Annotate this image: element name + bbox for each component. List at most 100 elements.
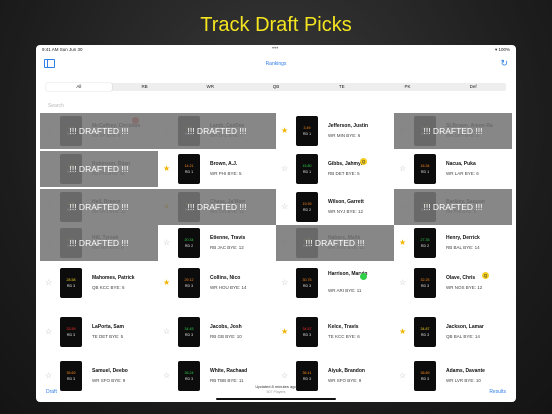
player-meta: RB BAL BYE: 14	[446, 245, 480, 250]
adp-badge: 30.75 RD 3	[296, 268, 318, 298]
battery-indicator: ▾ 100%	[494, 47, 510, 52]
favorite-star-icon[interactable]: ☆	[281, 279, 288, 287]
adp-badge: 28.58 RD 3	[60, 268, 82, 298]
player-card[interactable]: ☆1.01RD 1McCaffrey, ChristianRB SF BYE: …	[40, 113, 158, 149]
favorite-star-icon[interactable]: ☆	[45, 372, 52, 380]
player-card[interactable]: ★1.10RD 1Chase, Ja'MarrWR CIN BYE: 12!!!…	[158, 189, 276, 225]
drafted-overlay[interactable]: !!! DRAFTED !!!	[394, 189, 512, 225]
player-card[interactable]: ☆ 16.34 RD 1 Nacua, Puka WR LAR BYE: 6	[394, 151, 512, 187]
player-card[interactable]: ☆1.02RD 1Lamb, CeeDeeWR DAL BYE: 7!!! DR…	[158, 113, 276, 149]
player-meta: RB JAC BYE: 12	[210, 245, 244, 250]
round-label: RD 3	[420, 333, 430, 337]
favorite-star-icon[interactable]: ★	[399, 328, 406, 336]
player-meta: TE KCC BYE: 6	[328, 334, 360, 339]
player-meta: WR PHI BYE: 5	[210, 171, 242, 176]
adp-value: 15.80	[302, 164, 312, 168]
player-card[interactable]: ★ 27.35 RD 2 Henry, Derrick RB BAL BYE: 14	[394, 225, 512, 261]
player-card[interactable]: ☆2.03RD 2Nabers, MalikWR NYG BYE: 11!!! …	[276, 225, 394, 261]
player-card[interactable]: ☆ 15.80 RD 1 Gibbs, Jahmyr RB DET BYE: 5 Q	[276, 151, 394, 187]
player-name: Collins, Nico	[210, 275, 241, 281]
search-input[interactable]: Search	[48, 103, 64, 109]
round-label: RD 3	[420, 284, 430, 288]
tab-all[interactable]: All	[46, 83, 112, 91]
injury-status-icon: Q	[360, 158, 367, 165]
round-label: RD 3	[66, 333, 76, 337]
multitask-dots-icon[interactable]: •••	[272, 46, 278, 52]
player-card[interactable]: ★ 3.49 RD 1 Jefferson, Justin WR MIN BYE: 6	[276, 113, 394, 149]
adp-badge: 34.45 RD 3	[178, 317, 200, 347]
player-meta: WR NYJ BYE: 12	[328, 209, 364, 214]
drafted-overlay[interactable]: !!! DRAFTED !!!	[276, 225, 394, 261]
favorite-star-icon[interactable]: ☆	[281, 203, 288, 211]
player-meta: TE DET BYE: 5	[92, 334, 124, 339]
player-card[interactable]: ☆1.12RD 1Barkley, SaquonRB PHI BYE: 5!!!…	[394, 189, 512, 225]
round-label: RD 1	[184, 170, 194, 174]
favorite-star-icon[interactable]: ☆	[399, 372, 406, 380]
player-meta: RB DET BYE: 5	[328, 171, 360, 176]
player-card[interactable]: ★ 34.57 RD 3 Kelce, Travis TE KCC BYE: 6	[276, 314, 394, 350]
favorite-star-icon[interactable]: ★	[163, 165, 170, 173]
favorite-star-icon[interactable]: ★	[281, 328, 288, 336]
adp-badge: 29.12 RD 3	[178, 268, 200, 298]
player-card[interactable]: ☆ 32.25 RD 3 Olave, Chris WR NOS BYE: 12 Q	[394, 265, 512, 301]
results-button[interactable]: Results	[489, 389, 506, 395]
player-meta: WR HOU BYE: 14	[210, 285, 247, 290]
player-card[interactable]: ☆2.01RD 2Hill, TyreekWR MIA BYE: 6!!! DR…	[40, 225, 158, 261]
drafted-overlay[interactable]: !!! DRAFTED !!!	[40, 189, 158, 225]
player-meta: QB KCC BYE: 6	[92, 285, 125, 290]
favorite-star-icon[interactable]: ★	[163, 279, 170, 287]
player-card[interactable]: ☆1.09RD 1Hall, BreeceRB NYJ BYE: 12!!! D…	[40, 189, 158, 225]
adp-badge: 34.57 RD 3	[296, 317, 318, 347]
player-card[interactable]: ☆ 19.39 RD 2 Wilson, Garrett WR NYJ BYE: 12	[276, 189, 394, 225]
tab-wr[interactable]: WR	[177, 83, 243, 91]
player-card[interactable]: ★ 34.87 RD 3 Jackson, Lamar QB BAL BYE: 14	[394, 314, 512, 350]
drafted-overlay[interactable]: !!! DRAFTED !!!	[158, 189, 276, 225]
player-card[interactable]: ☆1.04RD 1St.Brown, Amon-RaWR DET BYE: 5!…	[394, 113, 512, 149]
drafted-overlay[interactable]: !!! DRAFTED !!!	[40, 113, 158, 149]
player-name: LaPorta, Sam	[92, 324, 124, 330]
tab-pk[interactable]: PK	[375, 83, 441, 91]
adp-value: 34.45	[184, 327, 194, 331]
tab-rb[interactable]: RB	[112, 83, 178, 91]
favorite-star-icon[interactable]: ☆	[163, 372, 170, 380]
player-card[interactable]: ☆ 30.75 RD 3 Harrison, Marvin WR ARI BYE: 11	[276, 265, 394, 301]
player-card[interactable]: ☆ 33.59 RD 3 LaPorta, Sam TE DET BYE: 5	[40, 314, 158, 350]
player-card[interactable]: ☆ 34.45 RD 3 Jacobs, Josh RB GB BYE: 10	[158, 314, 276, 350]
tab-te[interactable]: TE	[309, 83, 375, 91]
player-count: 507 Players	[266, 390, 286, 394]
player-meta: QB BAL BYE: 14	[446, 334, 480, 339]
round-label: RD 3	[66, 284, 76, 288]
headline: Track Draft Picks	[200, 14, 352, 36]
adp-badge: 34.87 RD 3	[414, 317, 436, 347]
favorite-star-icon[interactable]: ☆	[281, 165, 288, 173]
favorite-star-icon[interactable]: ★	[281, 127, 288, 135]
round-label: RD 1	[420, 170, 430, 174]
adp-badge: 20.34 RD 2	[178, 228, 200, 258]
drafted-overlay[interactable]: !!! DRAFTED !!!	[40, 151, 158, 187]
round-label: RD 2	[420, 244, 430, 248]
player-card[interactable]: ★ 14.21 RD 1 Brown, A.J. WR PHI BYE: 5	[158, 151, 276, 187]
favorite-star-icon[interactable]: ☆	[399, 165, 406, 173]
player-card[interactable]: ☆ 28.58 RD 3 Mahomes, Patrick QB KCC BYE: 6	[40, 265, 158, 301]
nav-title: Rankings	[265, 61, 287, 67]
tab-def[interactable]: Def	[440, 83, 506, 91]
favorite-star-icon[interactable]: ☆	[163, 239, 170, 247]
round-label: RD 1	[302, 170, 312, 174]
adp-badge: 16.34 RD 1	[414, 154, 436, 184]
favorite-star-icon[interactable]: ☆	[281, 372, 288, 380]
favorite-star-icon[interactable]: ☆	[45, 328, 52, 336]
favorite-star-icon[interactable]: ★	[399, 239, 406, 247]
refresh-icon[interactable]: ↻	[500, 58, 508, 69]
favorite-star-icon[interactable]: ☆	[45, 279, 52, 287]
player-meta: WR LAR BYE: 6	[446, 171, 479, 176]
player-name: Kelce, Travis	[328, 324, 359, 330]
player-card[interactable]: ☆1.05RD 1Robinson, BijanRB ATL BYE: 12!!…	[40, 151, 158, 187]
player-card[interactable]: ☆ 20.34 RD 2 Etienne, Travis RB JAC BYE: 12	[158, 225, 276, 261]
player-card[interactable]: ★ 29.12 RD 3 Collins, Nico WR HOU BYE: 14	[158, 265, 276, 301]
favorite-star-icon[interactable]: ☆	[163, 328, 170, 336]
drafted-overlay[interactable]: !!! DRAFTED !!!	[158, 113, 276, 149]
favorite-star-icon[interactable]: ☆	[399, 279, 406, 287]
drafted-overlay[interactable]: !!! DRAFTED !!!	[394, 113, 512, 149]
tab-qb[interactable]: QB	[243, 83, 309, 91]
drafted-overlay[interactable]: !!! DRAFTED !!!	[40, 225, 158, 261]
